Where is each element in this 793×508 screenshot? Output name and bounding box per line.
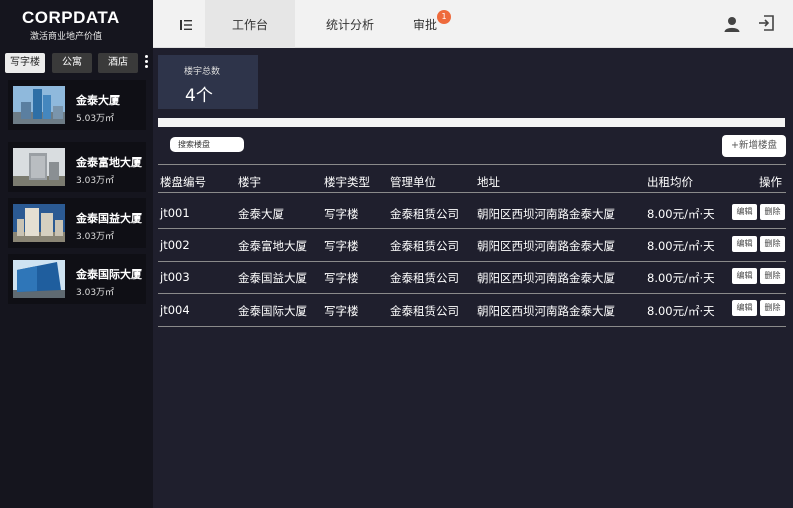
- cell-building: 金泰国际大厦: [238, 304, 307, 318]
- delete-button[interactable]: 删除: [760, 236, 785, 252]
- approval-badge: 1: [437, 10, 451, 24]
- cell-type: 写字楼: [324, 271, 359, 285]
- tab-office[interactable]: 写字楼: [5, 53, 45, 73]
- category-tabs: 写字楼 公寓 酒店: [5, 53, 153, 73]
- cell-building: 金泰富地大厦: [238, 239, 307, 253]
- cell-id: jt003: [160, 270, 190, 284]
- building-thumbnail: [13, 204, 65, 242]
- more-icon[interactable]: [145, 55, 149, 71]
- tab-workbench[interactable]: 工作台: [205, 0, 295, 48]
- add-building-button[interactable]: +新增楼盘: [722, 135, 786, 157]
- building-name: 金泰大厦: [76, 94, 120, 107]
- user-icon[interactable]: [723, 15, 741, 33]
- cell-building: 金泰国益大厦: [238, 271, 307, 285]
- row-divider: [158, 293, 786, 294]
- building-card[interactable]: 金泰国际大厦 3.03万㎡: [8, 254, 146, 304]
- column-header: 操作: [759, 175, 782, 189]
- building-card[interactable]: 金泰国益大厦 3.03万㎡: [8, 198, 146, 248]
- edit-button[interactable]: 编辑: [732, 204, 757, 220]
- total-buildings-card: 楼宇总数 4个: [158, 55, 258, 109]
- cell-manager: 金泰租赁公司: [390, 271, 459, 285]
- edit-button[interactable]: 编辑: [732, 268, 757, 284]
- cell-address: 朝阳区西坝河南路金泰大厦: [477, 207, 615, 221]
- row-divider: [158, 261, 786, 262]
- cell-type: 写字楼: [324, 304, 359, 318]
- search-input[interactable]: [170, 137, 244, 152]
- cell-address: 朝阳区西坝河南路金泰大厦: [477, 271, 615, 285]
- cell-address: 朝阳区西坝河南路金泰大厦: [477, 304, 615, 318]
- delete-button[interactable]: 删除: [760, 204, 785, 220]
- row-divider: [158, 326, 786, 327]
- delete-button[interactable]: 删除: [760, 268, 785, 284]
- brand: CORPDATA 激活商业地产价值: [0, 0, 153, 48]
- table-border: [158, 192, 786, 193]
- stat-label: 楼宇总数: [184, 67, 221, 77]
- cell-building: 金泰大厦: [238, 207, 284, 221]
- edit-button[interactable]: 编辑: [732, 236, 757, 252]
- cell-price: 8.00元/㎡·天: [647, 207, 715, 221]
- edit-button[interactable]: 编辑: [732, 300, 757, 316]
- tab-hotel[interactable]: 酒店: [98, 53, 138, 73]
- tab-statistics[interactable]: 统计分析: [305, 0, 395, 48]
- top-navigation: 工作台 统计分析 审批 1: [153, 0, 793, 48]
- sidebar: CORPDATA 激活商业地产价值 写字楼 公寓 酒店 金泰大厦 5.03万㎡: [0, 0, 153, 508]
- building-area: 5.03万㎡: [76, 114, 115, 124]
- cell-type: 写字楼: [324, 239, 359, 253]
- column-header: 楼宇: [238, 175, 261, 189]
- building-card[interactable]: 金泰富地大厦 3.03万㎡: [8, 142, 146, 192]
- tab-apartment[interactable]: 公寓: [52, 53, 92, 73]
- building-name: 金泰国际大厦: [76, 268, 142, 281]
- building-thumbnail: [13, 86, 65, 124]
- building-thumbnail: [13, 260, 65, 298]
- cell-type: 写字楼: [324, 207, 359, 221]
- column-header: 楼宇类型: [324, 175, 370, 189]
- column-header: 楼盘编号: [160, 175, 206, 189]
- cell-id: jt002: [160, 238, 190, 252]
- cell-id: jt004: [160, 303, 190, 317]
- column-header: 地址: [477, 175, 500, 189]
- cell-manager: 金泰租赁公司: [390, 207, 459, 221]
- cell-price: 8.00元/㎡·天: [647, 271, 715, 285]
- delete-button[interactable]: 删除: [760, 300, 785, 316]
- brand-slogan: 激活商业地产价值: [30, 32, 103, 42]
- cell-price: 8.00元/㎡·天: [647, 304, 715, 318]
- building-name: 金泰富地大厦: [76, 156, 142, 169]
- brand-name: CORPDATA: [22, 8, 120, 27]
- building-area: 3.03万㎡: [76, 288, 115, 298]
- building-card[interactable]: 金泰大厦 5.03万㎡: [8, 80, 146, 130]
- cell-manager: 金泰租赁公司: [390, 304, 459, 318]
- cell-price: 8.00元/㎡·天: [647, 239, 715, 253]
- cell-id: jt001: [160, 206, 190, 220]
- tab-approval[interactable]: 审批: [403, 0, 447, 48]
- stat-value: 4个: [185, 86, 213, 106]
- column-header: 管理单位: [390, 175, 436, 189]
- menu-icon[interactable]: [179, 17, 193, 31]
- building-name: 金泰国益大厦: [76, 212, 142, 225]
- building-thumbnail: [13, 148, 65, 186]
- table-border: [158, 164, 786, 165]
- divider: [158, 118, 785, 127]
- cell-manager: 金泰租赁公司: [390, 239, 459, 253]
- row-divider: [158, 228, 786, 229]
- column-header: 出租均价: [647, 175, 693, 189]
- cell-address: 朝阳区西坝河南路金泰大厦: [477, 239, 615, 253]
- logout-icon[interactable]: [757, 14, 775, 32]
- building-area: 3.03万㎡: [76, 232, 115, 242]
- building-area: 3.03万㎡: [76, 176, 115, 186]
